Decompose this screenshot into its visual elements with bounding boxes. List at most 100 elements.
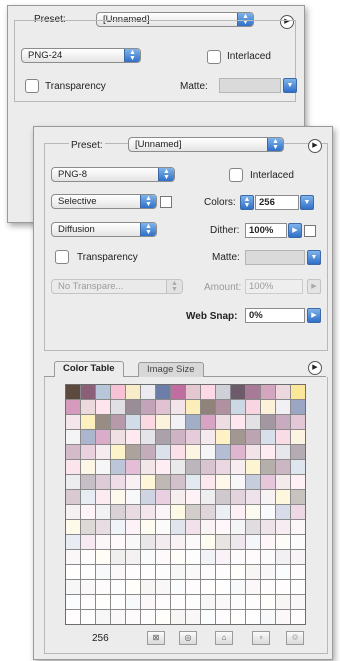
color-swatch[interactable] (96, 490, 110, 504)
color-swatch[interactable] (216, 535, 230, 549)
color-swatch[interactable] (291, 475, 305, 489)
color-swatch[interactable] (276, 400, 290, 414)
color-swatch[interactable] (246, 550, 260, 564)
color-swatch[interactable] (291, 415, 305, 429)
color-swatch[interactable] (231, 520, 245, 534)
color-swatch[interactable] (111, 445, 125, 459)
color-swatch[interactable] (276, 430, 290, 444)
color-swatch[interactable] (246, 430, 260, 444)
color-swatch[interactable] (246, 385, 260, 399)
color-swatch[interactable] (216, 460, 230, 474)
color-swatch[interactable] (156, 595, 170, 609)
color-swatch[interactable] (246, 505, 260, 519)
color-swatch[interactable] (201, 415, 215, 429)
colors-stepper-icon[interactable]: ▲ ▼ (240, 195, 254, 210)
format-select[interactable]: PNG-8 ▲ ▼ (51, 167, 175, 182)
color-swatch[interactable] (276, 475, 290, 489)
color-swatch[interactable] (231, 400, 245, 414)
color-swatch[interactable] (261, 565, 275, 579)
color-swatch[interactable] (126, 445, 140, 459)
color-swatch[interactable] (201, 595, 215, 609)
color-swatch[interactable] (171, 580, 185, 594)
color-swatch[interactable] (216, 490, 230, 504)
back-format-select[interactable]: PNG-24 ▲ ▼ (21, 48, 141, 63)
color-swatch[interactable] (66, 490, 80, 504)
color-swatch[interactable] (186, 415, 200, 429)
color-swatch[interactable] (66, 475, 80, 489)
color-swatch[interactable] (246, 445, 260, 459)
trash-icon[interactable]: ♲ (286, 631, 304, 645)
color-swatch[interactable] (201, 475, 215, 489)
color-swatch[interactable] (261, 580, 275, 594)
color-swatch[interactable] (66, 415, 80, 429)
color-swatch[interactable] (156, 475, 170, 489)
color-swatch[interactable] (291, 595, 305, 609)
color-swatch[interactable] (186, 460, 200, 474)
color-swatch[interactable] (261, 415, 275, 429)
color-swatch[interactable] (81, 490, 95, 504)
color-swatch[interactable] (141, 400, 155, 414)
color-swatch[interactable] (126, 385, 140, 399)
color-swatch[interactable] (201, 565, 215, 579)
color-swatch[interactable] (201, 580, 215, 594)
color-swatch[interactable] (261, 490, 275, 504)
tab-color-table[interactable]: Color Table (54, 361, 124, 377)
color-swatch[interactable] (156, 460, 170, 474)
color-swatch[interactable] (156, 415, 170, 429)
color-swatch[interactable] (156, 490, 170, 504)
color-swatch[interactable] (96, 535, 110, 549)
color-swatch[interactable] (291, 385, 305, 399)
front-flyout-menu-icon[interactable]: ▶ (308, 139, 322, 153)
tab-image-size[interactable]: Image Size (138, 362, 204, 377)
color-table-menu-icon[interactable]: ▶ (308, 361, 322, 375)
color-swatch[interactable] (261, 550, 275, 564)
color-swatch[interactable] (81, 475, 95, 489)
color-swatch[interactable] (96, 415, 110, 429)
color-swatch[interactable] (171, 520, 185, 534)
color-swatch[interactable] (201, 400, 215, 414)
color-swatch[interactable] (261, 595, 275, 609)
color-swatch[interactable] (231, 475, 245, 489)
dither-slider-icon[interactable]: ▶ (288, 223, 302, 238)
color-swatch[interactable] (81, 430, 95, 444)
color-swatch[interactable] (171, 505, 185, 519)
color-swatch[interactable] (66, 460, 80, 474)
color-swatch[interactable] (156, 580, 170, 594)
color-swatch[interactable] (126, 475, 140, 489)
color-swatch[interactable] (246, 610, 260, 624)
color-swatch[interactable] (66, 520, 80, 534)
color-swatch[interactable] (141, 535, 155, 549)
color-swatch[interactable] (276, 520, 290, 534)
color-swatch[interactable] (231, 385, 245, 399)
color-swatch[interactable] (66, 430, 80, 444)
color-swatch[interactable] (276, 385, 290, 399)
color-swatch[interactable] (291, 580, 305, 594)
color-swatch[interactable] (81, 535, 95, 549)
color-swatch[interactable] (231, 445, 245, 459)
color-swatch[interactable] (201, 490, 215, 504)
color-swatch[interactable] (171, 460, 185, 474)
color-swatch[interactable] (291, 610, 305, 624)
color-swatch[interactable] (66, 445, 80, 459)
color-swatch[interactable] (276, 415, 290, 429)
color-swatch[interactable] (156, 445, 170, 459)
color-swatch[interactable] (126, 505, 140, 519)
color-swatch[interactable] (186, 520, 200, 534)
color-swatch[interactable] (96, 460, 110, 474)
color-swatch[interactable] (291, 535, 305, 549)
color-swatch[interactable] (216, 580, 230, 594)
color-swatch[interactable] (111, 535, 125, 549)
color-swatch[interactable] (126, 415, 140, 429)
color-swatch[interactable] (156, 535, 170, 549)
color-swatch[interactable] (171, 415, 185, 429)
color-swatch[interactable] (186, 490, 200, 504)
color-swatch[interactable] (231, 595, 245, 609)
color-swatch[interactable] (291, 460, 305, 474)
color-swatch[interactable] (201, 520, 215, 534)
color-swatch[interactable] (231, 550, 245, 564)
color-swatch[interactable] (96, 385, 110, 399)
color-swatch[interactable] (96, 520, 110, 534)
color-swatch[interactable] (276, 445, 290, 459)
color-swatch[interactable] (171, 610, 185, 624)
color-swatch[interactable] (126, 595, 140, 609)
